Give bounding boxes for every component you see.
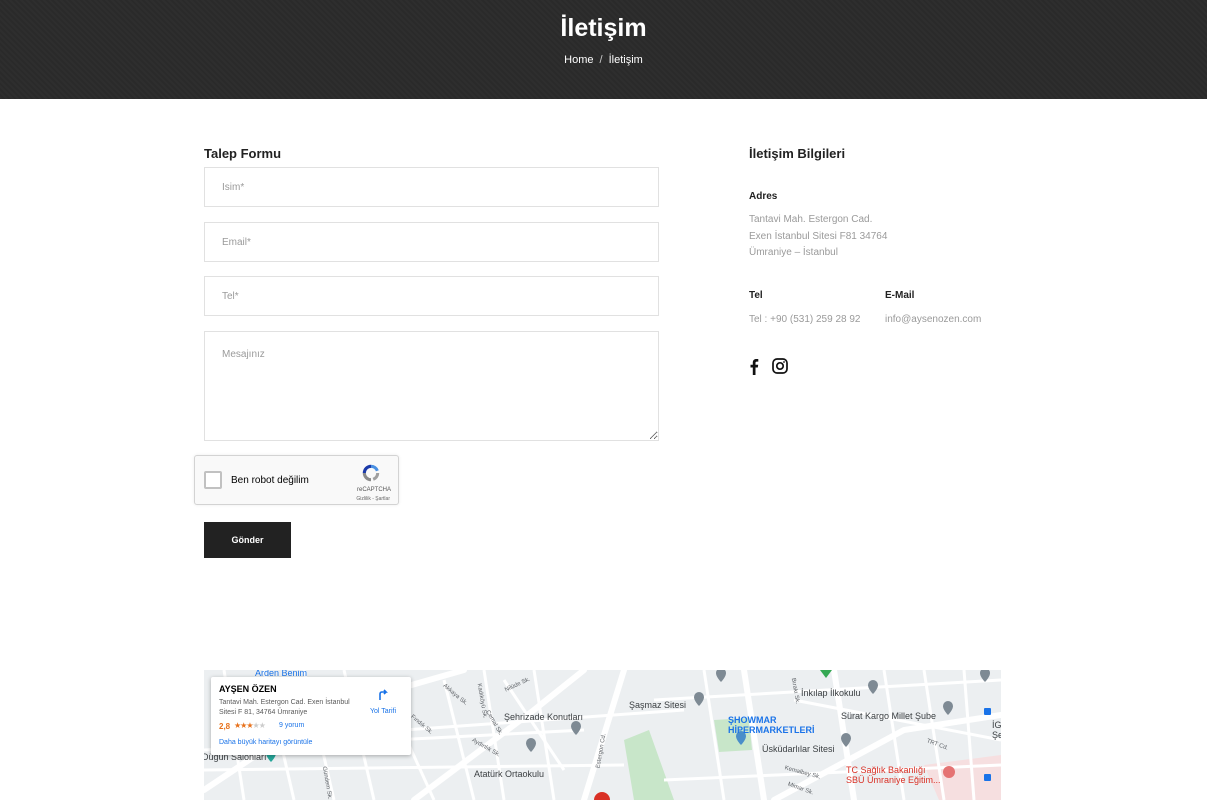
directions-button[interactable]: Yol Tarifi: [361, 687, 405, 715]
breadcrumb-separator: /: [599, 54, 603, 66]
recaptcha-checkbox[interactable]: [204, 471, 222, 489]
map-place-card: AYŞEN ÖZEN Tantavi Mah. Estergon Cad. Ex…: [211, 677, 411, 755]
map-poi-showmar[interactable]: ŞHOWMAR: [728, 715, 777, 725]
breadcrumb-current: İletişim: [608, 54, 643, 66]
form-title: Talep Formu: [204, 146, 282, 161]
address-line-1: Tantavi Mah. Estergon Cad.: [749, 214, 873, 225]
directions-label: Yol Tarifi: [369, 708, 397, 715]
map-poi-sasmaz[interactable]: Şaşmaz Sitesi: [629, 700, 686, 710]
address-line-3: Ümraniye – İstanbul: [749, 247, 838, 258]
place-name: AYŞEN ÖZEN: [219, 684, 277, 694]
phone-label: Tel: [749, 290, 763, 301]
email-input[interactable]: [204, 222, 659, 262]
place-address: Tantavi Mah. Estergon Cad. Exen İstanbul…: [219, 699, 350, 716]
map-poi-ig: İG: [992, 720, 1001, 730]
place-rating: 2,8: [219, 722, 231, 731]
address-label: Adres: [749, 191, 778, 202]
google-map[interactable]: Arden Benim Şehrizade Konutları Şaşmaz S…: [204, 670, 1001, 800]
recaptcha-label: Ben robot değilim: [231, 475, 309, 486]
page-title: İletişim: [560, 14, 647, 42]
message-textarea[interactable]: [204, 331, 659, 441]
recaptcha-terms-link[interactable]: Gizlilik - Şartlar: [356, 496, 390, 502]
recaptcha-logo-icon: [362, 464, 380, 482]
map-poi-se: Şe: [992, 730, 1001, 740]
facebook-icon[interactable]: [749, 357, 759, 375]
stars-filled: ★★★: [234, 721, 253, 730]
email-value: info@aysenozen.com: [885, 314, 982, 325]
map-poi-sehrizade[interactable]: Şehrizade Konutları: [504, 712, 583, 722]
instagram-icon[interactable]: [772, 357, 788, 375]
phone-input[interactable]: [204, 276, 659, 316]
directions-icon: [379, 689, 388, 700]
map-poi-uskudar[interactable]: Üsküdarlılar Sitesi: [762, 744, 835, 754]
phone-value: Tel : +90 (531) 259 28 92: [749, 314, 861, 325]
map-poi-showmar-2: HİPERMARKETLERİ: [728, 725, 815, 735]
stars-empty: ★★: [252, 721, 266, 730]
name-input[interactable]: [204, 167, 659, 207]
larger-map-link[interactable]: Daha büyük haritayı görüntüle: [219, 739, 312, 746]
page-header: İletişim Home / İletişim: [0, 0, 1207, 99]
contact-info-title: İletişim Bilgileri: [749, 146, 846, 161]
map-poi-surat[interactable]: Sürat Kargo Millet Şube: [841, 711, 936, 721]
recaptcha-widget: Ben robot değilim reCAPTCHA Gizlilik - Ş…: [194, 455, 399, 505]
breadcrumb: Home / İletişim: [0, 54, 1207, 66]
rating-stars-icon: ★★★★★: [234, 721, 266, 730]
recaptcha-brand: reCAPTCHA: [356, 487, 391, 493]
map-poi-saglik-2: SBÜ Ümraniye Eğitim...: [846, 775, 941, 785]
address-line-2: Exen İstanbul Sitesi F81 34764: [749, 231, 888, 242]
submit-button[interactable]: Gönder: [204, 522, 291, 558]
breadcrumb-home-link[interactable]: Home: [564, 54, 593, 66]
map-poi-ataturk[interactable]: Atatürk Ortaokulu: [474, 769, 544, 779]
map-poi-inkilap[interactable]: İnkılap İlkokulu: [801, 688, 861, 698]
email-label: E-Mail: [885, 290, 915, 301]
reviews-link[interactable]: 9 yorum: [279, 722, 304, 729]
map-poi-saglik[interactable]: TC Sağlık Bakanlığı: [846, 765, 926, 775]
